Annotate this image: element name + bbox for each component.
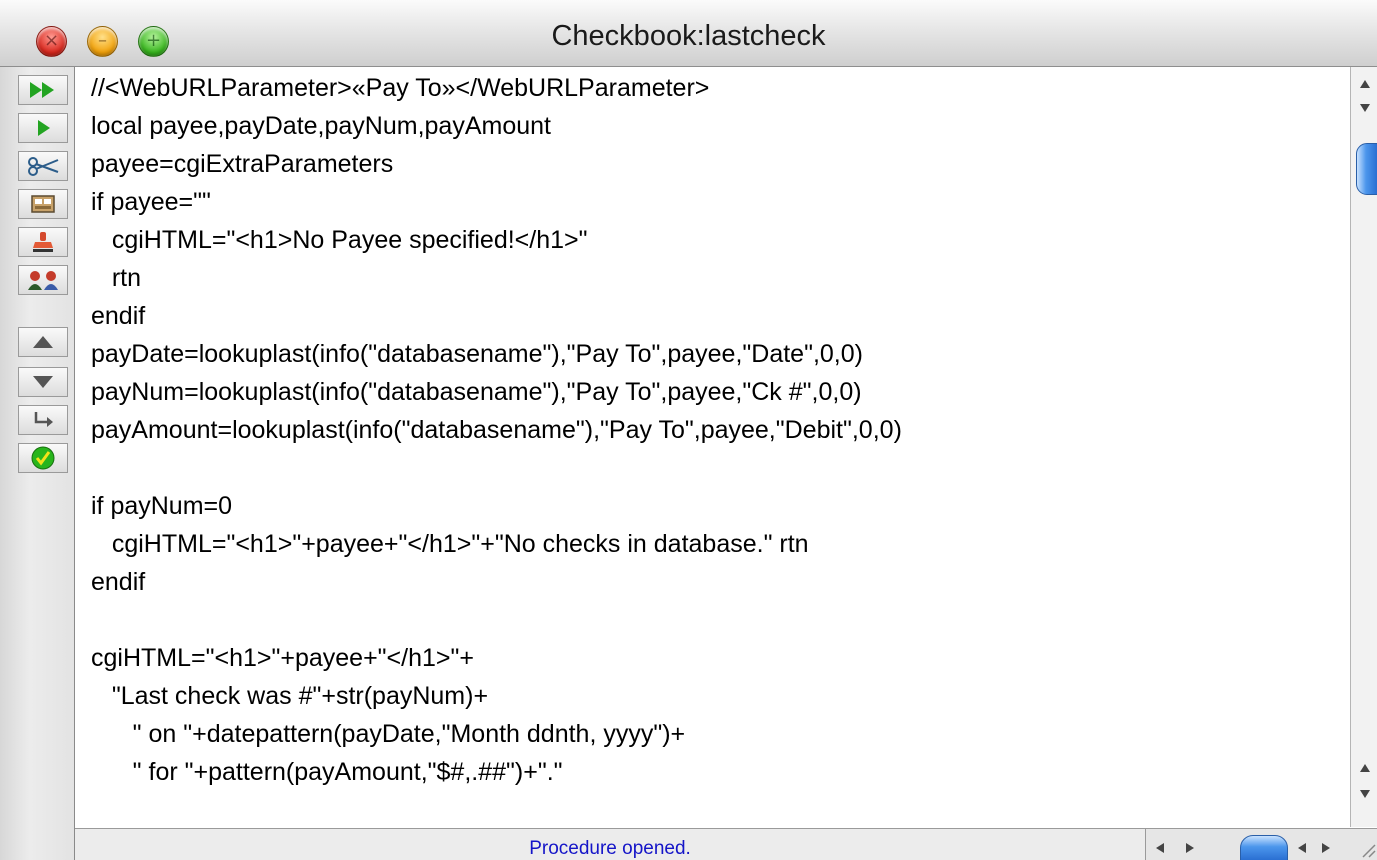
play-icon bbox=[38, 120, 50, 136]
procedure-toolbar bbox=[0, 67, 75, 860]
arrow-down-icon bbox=[1359, 104, 1370, 112]
triangle-down-icon bbox=[33, 376, 53, 388]
code-line[interactable]: local payee,payDate,payNum,payAmount bbox=[91, 107, 551, 145]
arrow-up-icon bbox=[1359, 764, 1370, 772]
status-message: Procedure opened. bbox=[75, 829, 1146, 860]
scroll-down-arrow-bottom[interactable] bbox=[1351, 783, 1377, 805]
code-editor[interactable]: //<WebURLParameter>«Pay To»</WebURLParam… bbox=[75, 67, 1350, 827]
move-up-button[interactable] bbox=[18, 327, 68, 357]
code-line[interactable]: "Last check was #"+str(payNum)+ bbox=[91, 677, 488, 715]
horizontal-scroll-thumb[interactable] bbox=[1240, 835, 1288, 860]
code-line[interactable]: payee=cgiExtraParameters bbox=[91, 145, 393, 183]
code-line[interactable]: if payNum=0 bbox=[91, 487, 232, 525]
scroll-up-arrow-bottom[interactable] bbox=[1351, 757, 1377, 779]
code-line[interactable]: if payee="" bbox=[91, 183, 211, 221]
people-button[interactable] bbox=[18, 265, 68, 295]
code-line[interactable]: " for "+pattern(payAmount,"$#,.##")+"." bbox=[91, 753, 563, 791]
code-line[interactable]: endif bbox=[91, 297, 145, 335]
dialog-icon bbox=[31, 195, 55, 213]
procedure-window: × – + Checkbook:lastcheck //<WebURLParam… bbox=[0, 0, 1377, 860]
window-title: Checkbook:lastcheck bbox=[551, 20, 826, 52]
code-line[interactable]: payNum=lookuplast(info("databasename"),"… bbox=[91, 373, 862, 411]
stamp-icon bbox=[33, 232, 53, 252]
return-arrow-icon bbox=[34, 412, 53, 427]
horizontal-scrollbar[interactable] bbox=[1150, 831, 1355, 860]
arrow-left-icon bbox=[1298, 843, 1306, 853]
code-line[interactable]: rtn bbox=[91, 259, 141, 297]
vertical-scroll-thumb[interactable] bbox=[1356, 143, 1377, 195]
indent-button[interactable] bbox=[18, 405, 68, 435]
scroll-down-arrow[interactable] bbox=[1351, 97, 1377, 119]
move-down-button[interactable] bbox=[18, 367, 68, 397]
cut-button[interactable] bbox=[18, 151, 68, 181]
scroll-left-arrow-right[interactable] bbox=[1292, 837, 1312, 859]
scissors-icon bbox=[28, 157, 59, 176]
run-all-button[interactable] bbox=[18, 75, 68, 105]
checkmark-icon bbox=[31, 446, 55, 470]
code-line[interactable]: cgiHTML="<h1>"+payee+"</h1>"+ bbox=[91, 639, 474, 677]
dialog-button[interactable] bbox=[18, 189, 68, 219]
check-button[interactable] bbox=[18, 443, 68, 473]
code-line[interactable]: //<WebURLParameter>«Pay To»</WebURLParam… bbox=[91, 69, 709, 107]
code-line[interactable]: cgiHTML="<h1>No Payee specified!</h1>" bbox=[91, 221, 588, 259]
arrow-down-icon bbox=[1359, 790, 1370, 798]
code-line[interactable]: cgiHTML="<h1>"+payee+"</h1>"+"No checks … bbox=[91, 525, 809, 563]
people-icon bbox=[28, 271, 58, 290]
run-step-button[interactable] bbox=[18, 113, 68, 143]
arrow-left-icon bbox=[1156, 843, 1164, 853]
stamp-button[interactable] bbox=[18, 227, 68, 257]
code-line[interactable]: payDate=lookuplast(info("databasename"),… bbox=[91, 335, 863, 373]
scroll-right-arrow[interactable] bbox=[1180, 837, 1200, 859]
title-bar[interactable]: × – + Checkbook:lastcheck bbox=[0, 0, 1377, 67]
vertical-scrollbar[interactable] bbox=[1350, 67, 1377, 827]
double-play-icon bbox=[30, 82, 54, 98]
code-line[interactable]: " on "+datepattern(payDate,"Month ddnth,… bbox=[91, 715, 685, 753]
status-bar: Procedure opened. bbox=[75, 828, 1377, 860]
arrow-up-icon bbox=[1359, 80, 1370, 88]
arrow-right-icon bbox=[1186, 843, 1194, 853]
scroll-up-arrow[interactable] bbox=[1351, 73, 1377, 95]
scroll-left-arrow[interactable] bbox=[1150, 837, 1170, 859]
triangle-up-icon bbox=[33, 336, 53, 348]
code-line[interactable]: payAmount=lookuplast(info("databasename"… bbox=[91, 411, 902, 449]
arrow-right-icon bbox=[1322, 843, 1330, 853]
code-line[interactable]: endif bbox=[91, 563, 145, 601]
resize-grip-icon[interactable] bbox=[1359, 837, 1377, 859]
scroll-right-arrow-right[interactable] bbox=[1316, 837, 1336, 859]
